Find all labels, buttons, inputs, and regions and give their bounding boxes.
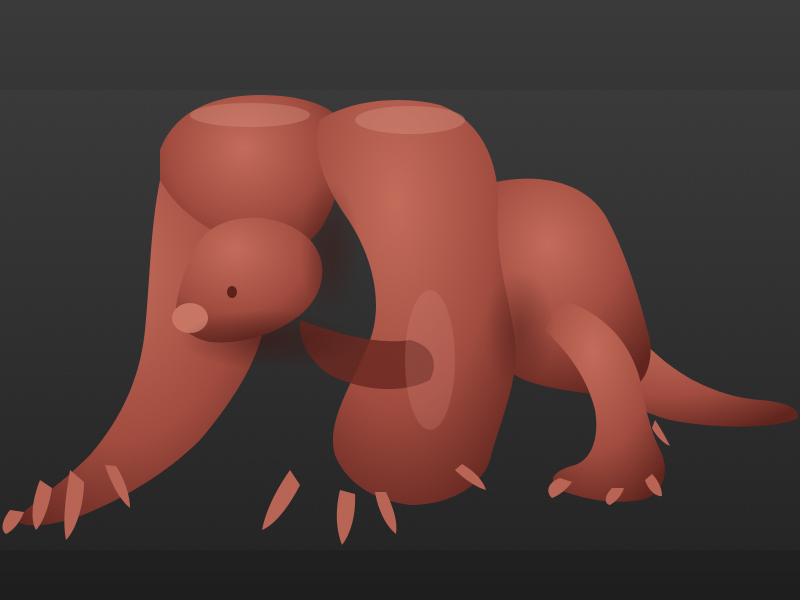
creature-sculpt-render <box>0 0 800 600</box>
sculpt-viewport[interactable] <box>0 0 800 600</box>
creature <box>0 90 800 550</box>
surface-texture <box>0 90 800 550</box>
